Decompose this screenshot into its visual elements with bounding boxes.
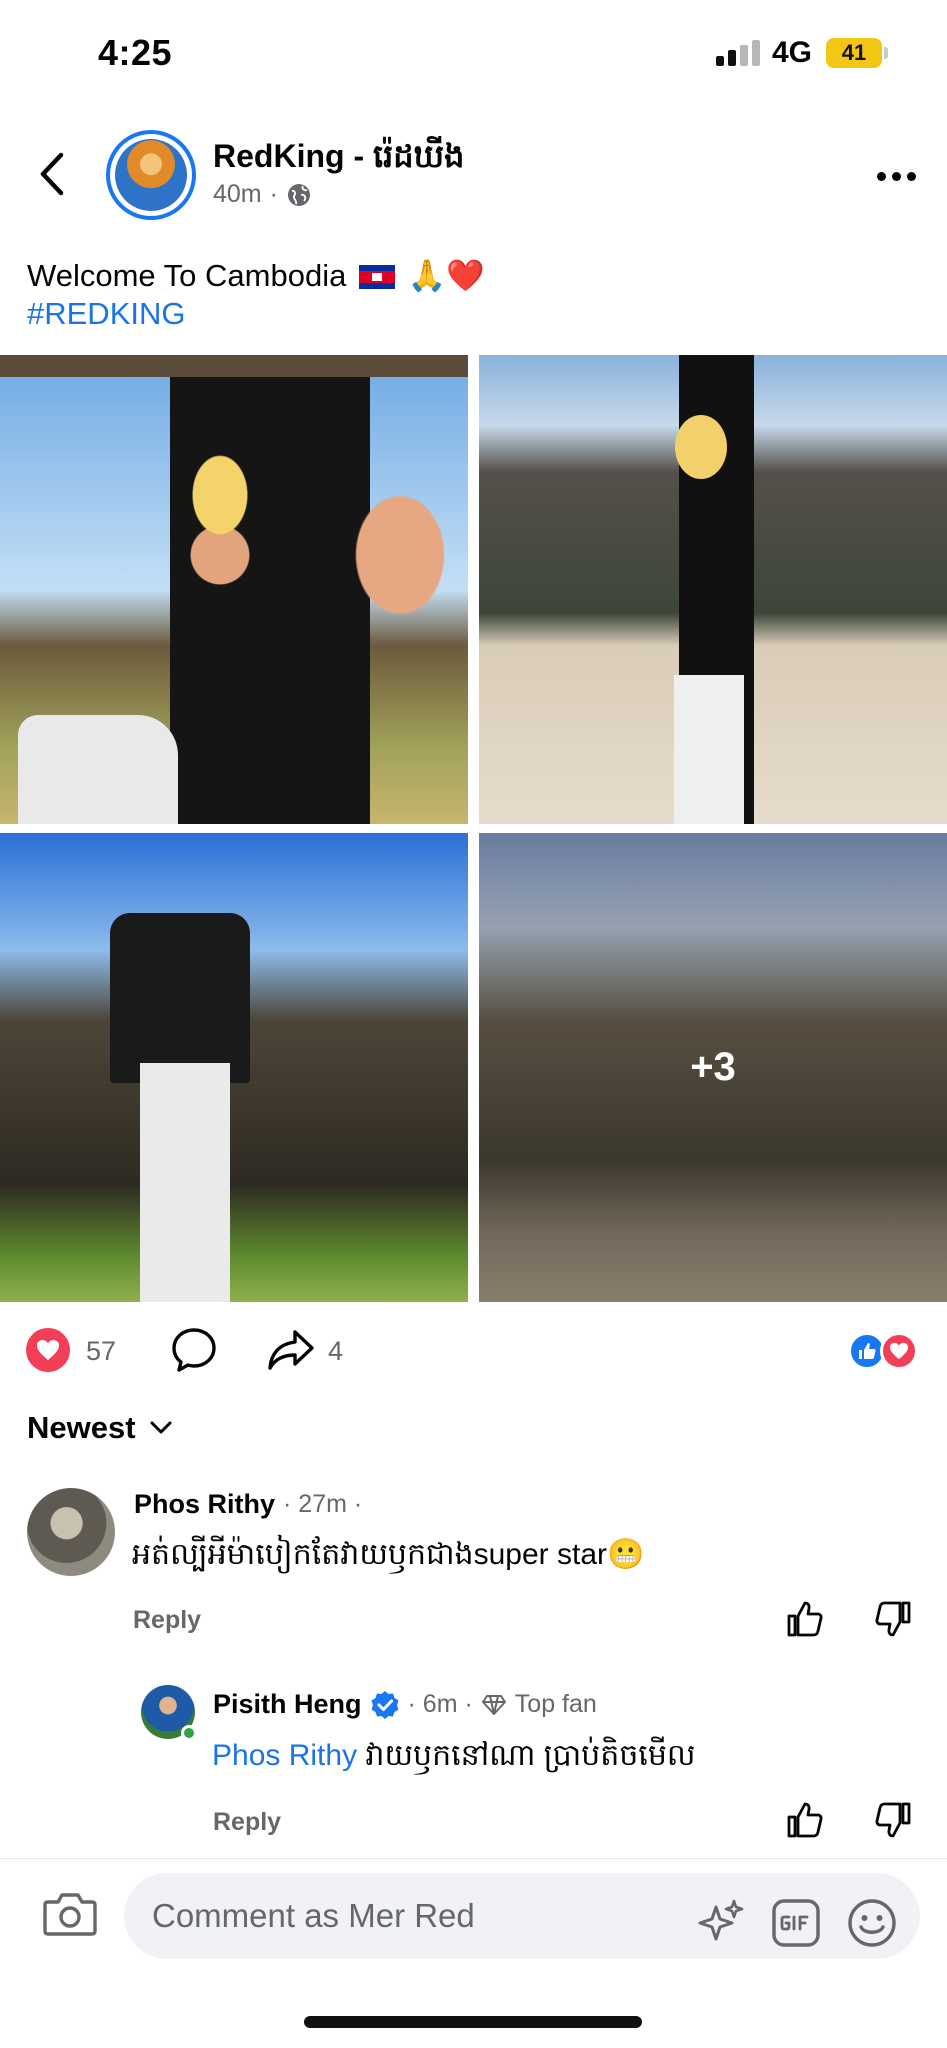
page-avatar[interactable] — [106, 130, 196, 220]
more-options-button[interactable] — [868, 160, 924, 192]
post-time: 40m — [213, 180, 262, 208]
chevron-left-icon — [40, 152, 64, 196]
thumbs-down-icon[interactable] — [873, 1599, 913, 1639]
battery-icon: 41 — [826, 38, 882, 68]
comment-sort-dropdown[interactable]: Newest — [27, 1410, 172, 1446]
comment-author[interactable]: Phos Rithy · 27m · — [134, 1489, 362, 1520]
share-icon — [268, 1330, 314, 1370]
chevron-down-icon — [150, 1421, 172, 1434]
thumbs-up-icon[interactable] — [785, 1800, 825, 1840]
commenter-avatar[interactable] — [141, 1685, 197, 1741]
post-caption: Welcome To Cambodia 🙏❤️ — [27, 256, 485, 296]
post-actions: 57 4 — [0, 1322, 947, 1382]
avatar-image — [115, 139, 187, 211]
sparkle-sticker-icon — [698, 1899, 744, 1941]
heart-icon — [37, 1340, 59, 1360]
post-photo-1[interactable] — [0, 355, 468, 824]
reaction-summary[interactable] — [848, 1332, 922, 1372]
comment-body: វាយឫកនៅណា ប្រាប់តិចមើល — [365, 1739, 696, 1772]
comment-author[interactable]: Pisith Heng · 6m · Top fan — [213, 1689, 597, 1720]
emoji-button[interactable] — [846, 1897, 898, 1949]
love-react-button[interactable] — [26, 1328, 70, 1372]
post-photo-4[interactable]: +3 — [479, 833, 947, 1302]
comment-button[interactable] — [170, 1326, 218, 1374]
page-name[interactable]: RedKing - រ៉េដឃីង — [213, 136, 464, 183]
comment-text: Phos Rithy វាយឫកនៅណា ប្រាប់តិចមើល — [212, 1736, 695, 1780]
home-indicator[interactable] — [304, 2016, 642, 2028]
status-time: 4:25 — [98, 32, 173, 73]
reply-button[interactable]: Reply — [213, 1808, 281, 1837]
author-name[interactable]: Pisith Heng — [213, 1689, 362, 1720]
post-photo-2[interactable] — [479, 355, 947, 824]
thumbs-up-icon[interactable] — [785, 1599, 825, 1639]
back-button[interactable] — [28, 140, 76, 208]
signal-icon — [716, 40, 760, 66]
more-photos-count: +3 — [690, 1045, 736, 1089]
camera-icon — [43, 1893, 97, 1936]
mention-link[interactable]: Phos Rithy — [212, 1739, 357, 1772]
share-button[interactable] — [266, 1326, 316, 1374]
commenter-avatar[interactable] — [27, 1488, 115, 1576]
sort-label: Newest — [27, 1410, 136, 1445]
comment-time: · 6m · — [407, 1690, 473, 1718]
comment-icon — [172, 1328, 216, 1372]
caption-text: Welcome To Cambodia — [27, 258, 347, 293]
post-photo-3[interactable] — [0, 833, 468, 1302]
top-fan-badge: Top fan — [514, 1690, 597, 1718]
reply-button[interactable]: Reply — [133, 1606, 201, 1635]
verified-badge-icon — [371, 1690, 399, 1719]
gif-icon — [772, 1899, 820, 1947]
comment-text: អត់ល្បីអីម៉ាបៀកតែវាយឫកជាងsuper star😬 — [132, 1538, 645, 1571]
avatar-sticker-button[interactable] — [694, 1897, 746, 1949]
gif-button[interactable] — [770, 1897, 822, 1949]
globe-icon — [287, 183, 310, 206]
thumbs-down-icon[interactable] — [873, 1800, 913, 1840]
battery-cap — [884, 47, 888, 59]
comment-composer — [0, 1858, 947, 1970]
comment-meta: · 27m · — [283, 1490, 363, 1518]
author-name[interactable]: Phos Rithy — [134, 1489, 275, 1520]
post-meta: 40m · — [213, 180, 312, 209]
network-type: 4G — [772, 36, 813, 69]
diamond-icon — [481, 1694, 506, 1715]
cambodia-flag-icon — [358, 265, 395, 289]
hashtag-link[interactable]: #REDKING — [27, 296, 185, 332]
love-reaction-icon — [880, 1332, 918, 1370]
reaction-count[interactable]: 57 — [86, 1336, 116, 1367]
online-status-dot — [181, 1725, 197, 1741]
meta-separator: · — [269, 180, 278, 208]
smiley-icon — [848, 1899, 896, 1947]
share-count[interactable]: 4 — [328, 1336, 343, 1367]
caption-emojis: 🙏❤️ — [407, 258, 485, 293]
camera-button[interactable] — [42, 1889, 98, 1939]
status-bar: 4:25 4G 41 — [0, 0, 947, 110]
